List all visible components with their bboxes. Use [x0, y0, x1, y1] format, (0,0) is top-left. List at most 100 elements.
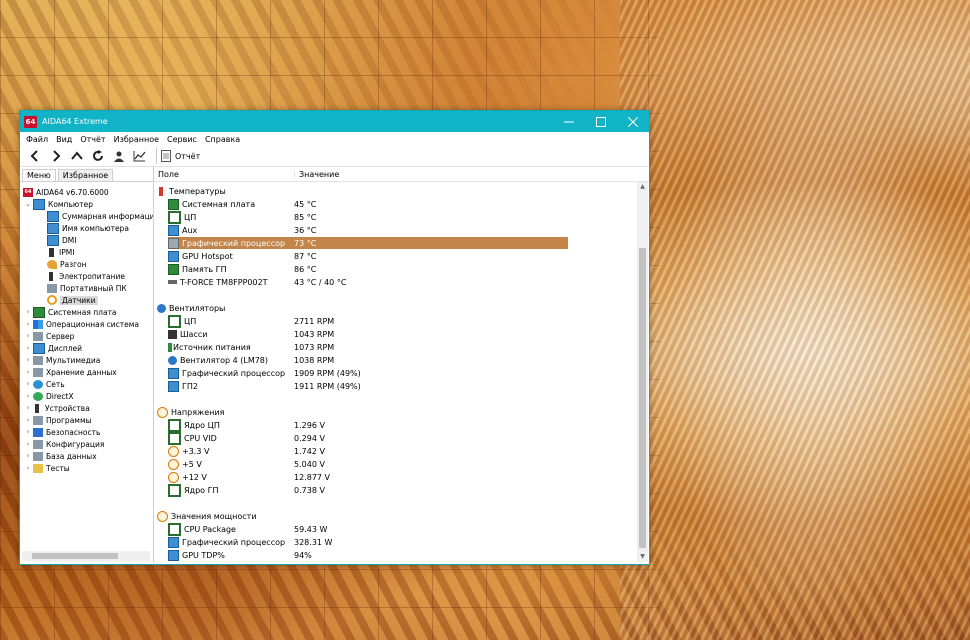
group-header-temperatures[interactable]: Температуры [157, 185, 226, 197]
tree-item-programs[interactable]: › Программы [24, 414, 92, 426]
refresh-button[interactable] [87, 147, 108, 165]
table-row[interactable]: GPU Hotspot 87 °C [168, 250, 316, 262]
chevron-right-icon[interactable]: › [24, 332, 32, 340]
close-button[interactable] [617, 111, 649, 132]
tree-item-network[interactable]: › Сеть [24, 378, 65, 390]
table-row[interactable]: CPU Package 59.43 W [168, 522, 327, 536]
scrollbar-thumb[interactable] [32, 553, 118, 559]
chevron-right-icon[interactable]: › [24, 320, 32, 328]
navigation-pane: Меню Избранное 64 AIDA64 v6.70.6000 ⌄ Комп… [20, 167, 154, 563]
horizontal-scrollbar[interactable] [22, 551, 150, 561]
column-field[interactable]: Поле [154, 169, 295, 179]
tree-item-database[interactable]: › База данных [24, 450, 97, 462]
scroll-up-icon[interactable]: ▲ [637, 182, 648, 192]
tree-item-directx[interactable]: › DirectX [24, 390, 74, 402]
tree-item-overclock[interactable]: Разгон [46, 258, 87, 270]
tree-item-power[interactable]: Электропитание [46, 270, 125, 282]
table-row[interactable]: CPU VID 0.294 V [168, 431, 325, 445]
back-button[interactable] [24, 147, 45, 165]
report-label: Отчёт [175, 151, 201, 161]
table-row[interactable]: Aux 36 °C [168, 224, 316, 236]
chevron-right-icon[interactable]: › [24, 356, 32, 364]
table-row[interactable]: Источник питания 1073 RPM [168, 341, 334, 353]
tree-item-tests[interactable]: › Тесты [24, 462, 70, 474]
scrollbar-thumb[interactable] [639, 248, 646, 548]
chevron-right-icon[interactable]: › [24, 416, 32, 424]
tree-item-computer[interactable]: ⌄ Компьютер [24, 198, 93, 210]
up-button[interactable] [66, 147, 87, 165]
tree-item-ipmi[interactable]: IPMI [46, 246, 74, 258]
table-row[interactable]: +12 V 12.877 V [168, 471, 330, 483]
tree-item-security[interactable]: › Безопасность [24, 426, 100, 438]
group-header-fans[interactable]: Вентиляторы [157, 302, 225, 314]
group-header-voltages[interactable]: Напряжения [157, 406, 224, 418]
tree-item-laptop[interactable]: Портативный ПК [46, 282, 127, 294]
minimize-button[interactable] [553, 111, 585, 132]
table-row[interactable]: Память ГП 86 °C [168, 263, 316, 275]
table-row[interactable]: Вентилятор 4 (LM78) 1038 RPM [168, 354, 334, 366]
tree-item-os[interactable]: › Операционная система [24, 318, 139, 330]
chevron-right-icon[interactable]: › [24, 308, 32, 316]
table-row[interactable]: Системная плата 45 °C [168, 198, 316, 210]
database-icon [33, 451, 43, 461]
tree-item-multimedia[interactable]: › Мультимедиа [24, 354, 100, 366]
table-row[interactable]: Ядро ЦП 1.296 V [168, 418, 325, 432]
tab-favorites[interactable]: Избранное [57, 169, 114, 181]
table-row[interactable]: ЦП 2711 RPM [168, 314, 334, 328]
chevron-right-icon[interactable]: › [24, 404, 32, 412]
chevron-down-icon[interactable]: ⌄ [24, 200, 32, 208]
table-row[interactable]: Графический процессор 328.31 W [168, 536, 332, 548]
tree-item-server[interactable]: › Сервер [24, 330, 74, 342]
maximize-button[interactable] [585, 111, 617, 132]
tree-item-display[interactable]: › Дисплей [24, 342, 82, 354]
menu-favorites[interactable]: Избранное [110, 135, 163, 144]
menu-help[interactable]: Справка [201, 135, 244, 144]
tab-menu[interactable]: Меню [22, 169, 56, 181]
cpu-icon [168, 314, 181, 328]
table-row[interactable]: GPU TDP% 94% [168, 549, 312, 561]
menu-file[interactable]: Файл [22, 135, 52, 144]
group-header-power[interactable]: Значения мощности [157, 510, 257, 522]
tree-item-summary[interactable]: Суммарная информация [46, 210, 153, 222]
table-row[interactable]: T-FORCE TM8FPP002T 43 °C / 40 °C [168, 276, 346, 288]
title-bar[interactable]: 64 AIDA64 Extreme [20, 111, 649, 132]
tree-item-config[interactable]: › Конфигурация [24, 438, 104, 450]
table-row[interactable]: +5 V 5.040 V [168, 458, 325, 470]
tree-item-aida64[interactable]: 64 AIDA64 v6.70.6000 [22, 186, 109, 198]
tree-item-motherboard[interactable]: › Системная плата [24, 306, 117, 318]
cpu-icon [168, 210, 181, 224]
menu-service[interactable]: Сервис [163, 135, 201, 144]
tree-item-devices[interactable]: › Устройства [24, 402, 90, 414]
chevron-right-icon[interactable]: › [24, 392, 32, 400]
chevron-right-icon[interactable]: › [24, 344, 32, 352]
menu-report[interactable]: Отчёт [76, 135, 109, 144]
forward-button[interactable] [45, 147, 66, 165]
vertical-scrollbar[interactable]: ▲ ▼ [637, 182, 648, 562]
tree-item-computer-name[interactable]: Имя компьютера [46, 222, 129, 234]
table-row-selected[interactable]: Графический процессор 73 °C [168, 237, 568, 249]
chevron-right-icon[interactable]: › [24, 452, 32, 460]
tree-item-sensors[interactable]: Датчики [46, 294, 98, 306]
table-row[interactable]: ГП2 1911 RPM (49%) [168, 380, 361, 392]
tree-item-dmi[interactable]: DMI [46, 234, 76, 246]
chevron-right-icon[interactable]: › [24, 464, 32, 472]
scroll-down-icon[interactable]: ▼ [637, 552, 648, 562]
toolbar-separator [156, 148, 157, 164]
chevron-right-icon[interactable]: › [24, 440, 32, 448]
table-row[interactable]: Ядро ГП 0.738 V [168, 483, 325, 497]
chevron-right-icon[interactable]: › [24, 380, 32, 388]
gpu-memory-icon [168, 263, 179, 275]
laptop-icon [47, 283, 57, 293]
chart-button[interactable] [129, 147, 150, 165]
table-row[interactable]: Графический процессор 1909 RPM (49%) [168, 367, 361, 379]
chevron-right-icon[interactable]: › [24, 428, 32, 436]
user-button[interactable] [108, 147, 129, 165]
menu-view[interactable]: Вид [52, 135, 76, 144]
report-button[interactable]: Отчёт [161, 147, 200, 165]
chevron-right-icon[interactable]: › [24, 368, 32, 376]
column-value[interactable]: Значение [295, 170, 339, 179]
table-row[interactable]: +3.3 V 1.742 V [168, 445, 325, 457]
tree-item-storage[interactable]: › Хранение данных [24, 366, 117, 378]
table-row[interactable]: Шасси 1043 RPM [168, 328, 334, 340]
table-row[interactable]: ЦП 85 °C [168, 210, 316, 224]
